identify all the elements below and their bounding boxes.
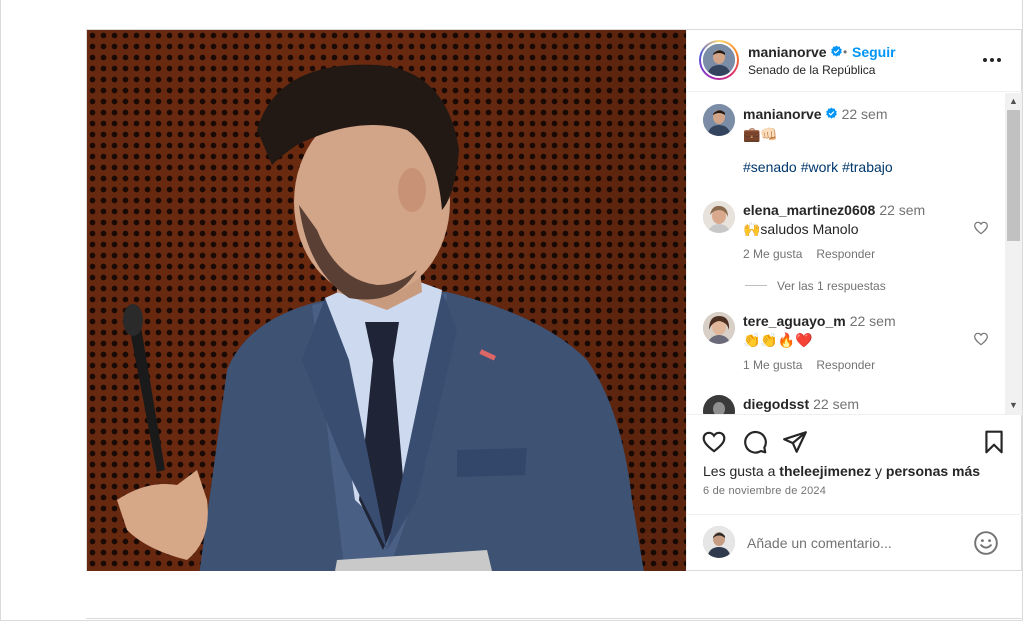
current-user-avatar [703,526,735,558]
bookmark-icon[interactable] [981,429,1007,455]
comment-meta: 2 Me gusta Responder [743,247,889,261]
comment-likes[interactable]: 2 Me gusta [743,247,802,261]
likes-summary: Les gusta a theleejimenez y personas más [703,463,981,479]
separator-dot: • [843,45,848,59]
post-date[interactable]: 6 de noviembre de 2024 [703,485,826,497]
comment-text: 👏👏🔥❤️ [743,332,813,348]
view-replies-button[interactable]: Ver las 1 respuestas [745,279,886,293]
avatar-image [703,201,735,233]
scroll-thumb[interactable] [1007,110,1020,241]
comment-meta: 1 Me gusta Responder [743,358,889,372]
avatar-image [703,312,735,344]
comment-likes[interactable]: 1 Me gusta [743,358,802,372]
add-comment-bar [687,514,1023,571]
divider [86,618,1022,619]
post-photo[interactable] [87,30,686,571]
comment-time: 22 sem [849,313,896,329]
verified-badge-icon [830,45,842,57]
caption-text: 💼👊🏻 [743,126,778,142]
avatar-image [703,44,735,76]
author-username[interactable]: manianorve [748,44,843,60]
avatar-image [703,395,735,414]
reply-button[interactable]: Responder [816,358,875,372]
comment-time: 22 sem [813,396,860,412]
more-icon[interactable] [981,50,1003,70]
commenter-username[interactable]: tere_aguayo_m 22 sem [743,313,896,329]
post-dialog: manianorve • Seguir Senado de la Repúbli… [86,29,1023,571]
caption-time: 22 sem [841,106,888,122]
comment-time: 22 sem [879,202,926,218]
photo-subject [117,64,644,571]
share-icon[interactable] [782,429,808,455]
heart-icon[interactable] [701,429,727,455]
reply-button[interactable]: Responder [816,247,875,261]
scroll-down-arrow-icon[interactable]: ▼ [1005,397,1022,414]
post-actions: Les gusta a theleejimenez y personas más… [687,414,1023,514]
caption-avatar[interactable] [703,104,735,136]
comment-like-icon[interactable] [973,220,989,236]
comments-list[interactable]: manianorve 22 sem 💼👊🏻 #senado #work #trabaj… [687,93,1023,414]
commenter-avatar[interactable] [703,312,735,344]
verified-badge-icon [825,107,837,119]
hashtag-link[interactable]: #senado [743,159,797,175]
commenter-username[interactable]: diegodsst 22 sem [743,396,859,412]
caption-username[interactable]: manianorve 22 sem [743,106,888,122]
post-header: manianorve • Seguir Senado de la Repúbli… [687,30,1023,92]
comment-icon[interactable] [742,429,768,455]
follow-button[interactable]: Seguir [852,44,896,60]
others-likes-link[interactable]: personas más [886,463,980,479]
post-location[interactable]: Senado de la República [748,63,875,77]
hashtag-link[interactable]: #trabajo [842,159,893,175]
avatar-image [703,526,735,558]
commenter-avatar[interactable] [703,201,735,233]
comment-input[interactable] [747,532,967,554]
scroll-up-arrow-icon[interactable]: ▲ [1005,93,1022,110]
comments-scrollbar[interactable]: ▲ ▼ [1005,93,1022,414]
commenter-username[interactable]: elena_martinez0608 22 sem [743,202,925,218]
liker-username[interactable]: theleejimenez [779,463,871,479]
caption-hashtags: #senado #work #trabajo [743,159,897,175]
post-side-panel: manianorve • Seguir Senado de la Repúbli… [686,30,1023,571]
avatar-image [703,104,735,136]
comment-like-icon[interactable] [973,331,989,347]
hashtag-link[interactable]: #work [801,159,838,175]
emoji-icon[interactable] [973,530,999,556]
author-avatar[interactable] [699,40,739,80]
comment-text: 🙌saludos Manolo [743,221,859,237]
commenter-avatar[interactable] [703,395,735,414]
